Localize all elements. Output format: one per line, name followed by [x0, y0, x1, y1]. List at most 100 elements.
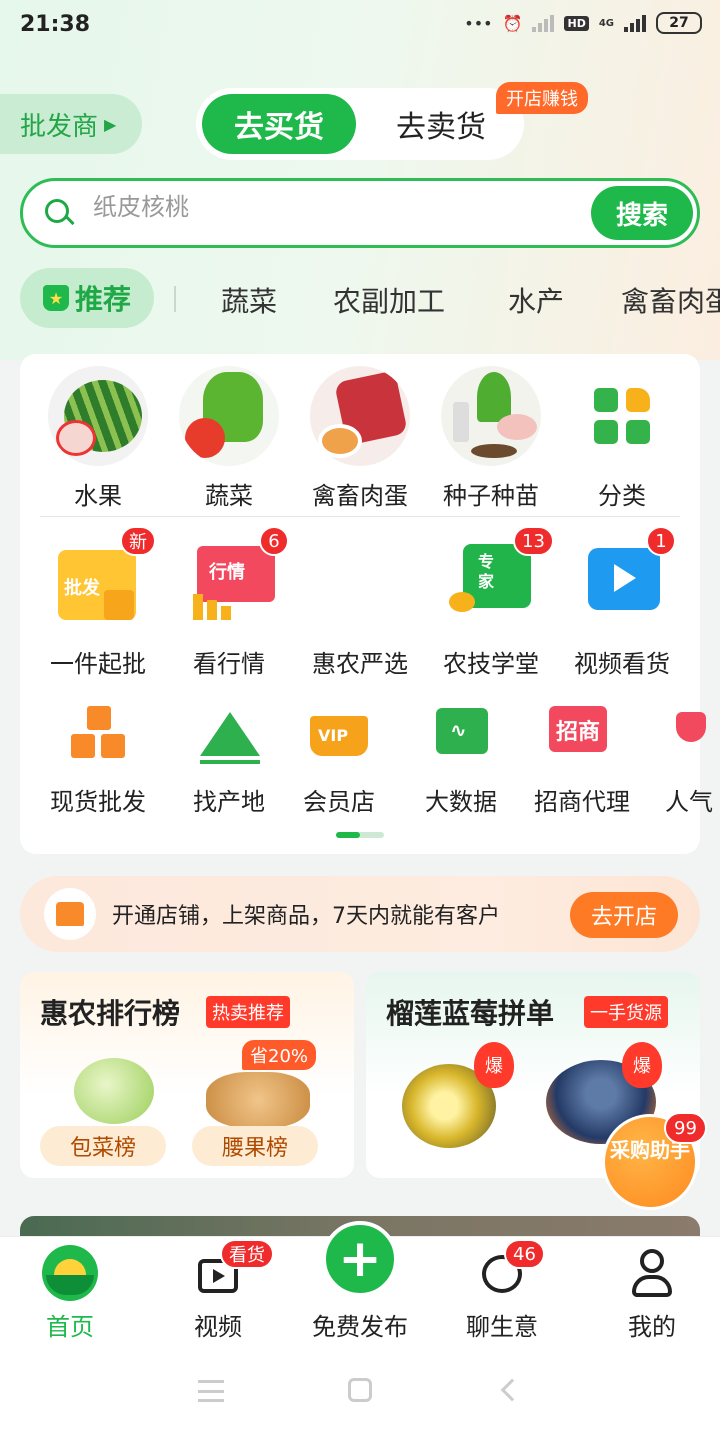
expert-chat-icon: 专家 13 [441, 526, 554, 634]
system-nav-bar [0, 1356, 720, 1440]
category-tabs: ★ 推荐 蔬菜 农副加工 水产 禽畜肉蛋 [0, 266, 720, 332]
user-icon [624, 1245, 680, 1301]
menu-icon[interactable] [198, 1380, 224, 1402]
nav-publish-label: 免费发布 [312, 1313, 408, 1341]
star-badge-icon: ★ [42, 285, 69, 311]
nav-publish[interactable]: 免费发布 [300, 1245, 420, 1342]
entry-popular-label: 人气 [665, 788, 713, 816]
trophy-icon [670, 702, 720, 772]
triangle-right-icon: ▶ [104, 114, 117, 134]
entry-video-goods-label: 视频看货 [574, 650, 670, 678]
seedling-icon [441, 366, 541, 466]
market-badge: 6 [259, 526, 289, 556]
tab-sell[interactable]: 去卖货 [376, 94, 506, 154]
hot-badge-blueberry: 爆 [622, 1042, 662, 1088]
entry-big-data[interactable]: ∿ 大数据 [406, 694, 516, 817]
mountain-icon [194, 702, 264, 772]
entry-merchant-agent[interactable]: 招商 招商代理 [522, 694, 642, 817]
open-shop-banner[interactable]: 开通店铺，上架商品，7天内就能有客户 去开店 [20, 876, 700, 952]
watermelon-icon [48, 366, 148, 466]
tab-recommend[interactable]: ★ 推荐 [20, 268, 154, 328]
market-chart-icon: 行情 6 [179, 526, 289, 634]
status-bar: 21:38 ••• ⏰ HD 4G 27 [0, 0, 720, 52]
entry-spot-wholesale[interactable]: 现货批发 [33, 694, 163, 817]
tab-agri-processing[interactable]: 农副加工 [333, 280, 445, 320]
entry-video-goods[interactable]: 1 视频看货 [557, 526, 687, 679]
entry-merchant-agent-label: 招商代理 [534, 788, 630, 816]
open-shop-button[interactable]: 去开店 [570, 892, 678, 938]
status-time: 21:38 [20, 12, 91, 37]
open-shop-text: 开通店铺，上架商品，7天内就能有客户 [112, 904, 500, 929]
entry-meat-eggs[interactable]: 禽畜肉蛋 [295, 366, 425, 511]
cashew-image [206, 1072, 310, 1128]
entry-fruit-label: 水果 [74, 482, 122, 510]
entry-categories[interactable]: 分类 [557, 366, 687, 511]
entry-find-origin-label: 找产地 [193, 788, 265, 816]
cashew-rank-button[interactable]: 腰果榜 [192, 1126, 318, 1166]
nav-video-label: 视频 [194, 1313, 242, 1341]
nav-chat-label: 聊生意 [466, 1313, 538, 1341]
home-logo-icon [42, 1245, 98, 1301]
invite-icon: 招商 [547, 702, 617, 772]
entry-vegetable[interactable]: 蔬菜 [164, 366, 294, 511]
search-bar[interactable]: 纸皮核桃 搜索 [20, 178, 700, 248]
discount-badge: 省20% [242, 1040, 317, 1070]
entry-find-origin[interactable]: 找产地 [174, 694, 284, 817]
wholesaler-button[interactable]: 批发商 ▶ [0, 94, 142, 154]
video-play-icon: 1 [572, 526, 676, 634]
hot-sale-tag: 热卖推荐 [206, 996, 290, 1028]
entry-fruit[interactable]: 水果 [33, 366, 163, 511]
entry-big-data-label: 大数据 [425, 788, 497, 816]
status-icons: ••• ⏰ HD 4G 27 [464, 12, 702, 34]
first-hand-tag: 一手货源 [584, 996, 668, 1028]
wholesale-box-icon: 批发 新 [48, 526, 156, 634]
shop-icon [44, 888, 96, 940]
entry-single-wholesale[interactable]: 批发 新 一件起批 [33, 526, 163, 679]
tab-aquatic[interactable]: 水产 [508, 280, 564, 320]
entry-single-wholesale-label: 一件起批 [50, 650, 146, 678]
entry-selected[interactable]: 惠农严选 [295, 534, 425, 679]
ranking-card[interactable]: 惠农排行榜 热卖推荐 省20% 包菜榜 腰果榜 [20, 972, 354, 1178]
entry-agri-school-label: 农技学堂 [443, 650, 539, 678]
video-tag-badge: 看货 [220, 1239, 274, 1269]
entry-selected-label: 惠农严选 [312, 650, 408, 678]
entry-member-store[interactable]: VIP 会员店 [284, 694, 394, 817]
entry-meat-eggs-label: 禽畜肉蛋 [312, 482, 408, 510]
buy-sell-switch: 去买货 去卖货 [196, 88, 524, 160]
search-button[interactable]: 搜索 [591, 186, 693, 240]
hot-badge-durian: 爆 [474, 1042, 514, 1088]
selected-icon [310, 534, 410, 634]
entry-seeds-label: 种子种苗 [443, 482, 539, 510]
data-chart-icon: ∿ [426, 702, 496, 772]
tab-separator [174, 286, 176, 312]
nav-me[interactable]: 我的 [592, 1245, 712, 1342]
nav-me-label: 我的 [628, 1313, 676, 1341]
assistant-badge: 99 [664, 1112, 707, 1144]
video-badge: 1 [646, 526, 676, 556]
network-type: 4G [598, 17, 614, 29]
entry-vegetable-label: 蔬菜 [205, 482, 253, 510]
quick-entry-card: 水果 蔬菜 禽畜肉蛋 种子种苗 分类 批发 新 一件起批 行情 6 看行情 惠农… [20, 354, 713, 854]
tab-livestock[interactable]: 禽畜肉蛋 [621, 280, 720, 320]
home-square-icon[interactable] [348, 1378, 372, 1402]
tab-buy[interactable]: 去买货 [202, 94, 356, 154]
nav-chat[interactable]: 聊生意 [442, 1245, 562, 1342]
group-buy-title: 榴莲蓝莓拼单 [386, 997, 555, 1030]
entry-agri-school[interactable]: 专家 13 农技学堂 [426, 526, 556, 679]
entry-seeds[interactable]: 种子种苗 [426, 366, 556, 511]
nav-home-label: 首页 [46, 1313, 94, 1341]
ranking-title: 惠农排行榜 [40, 997, 181, 1030]
more-dots-icon: ••• [464, 13, 493, 33]
chat-badge: 46 [504, 1239, 545, 1269]
entry-market-price[interactable]: 行情 6 看行情 [164, 526, 294, 679]
search-input[interactable]: 纸皮核桃 [93, 187, 189, 222]
tab-vegetables[interactable]: 蔬菜 [221, 280, 277, 320]
nav-home[interactable]: 首页 [10, 1245, 130, 1342]
meat-icon [310, 366, 410, 466]
entry-popular[interactable]: 人气 [660, 694, 720, 817]
cabbage-rank-button[interactable]: 包菜榜 [40, 1126, 166, 1166]
new-badge: 新 [120, 526, 156, 556]
page-indicator [336, 832, 384, 838]
back-icon[interactable] [500, 1378, 524, 1402]
grid-divider [40, 516, 680, 517]
